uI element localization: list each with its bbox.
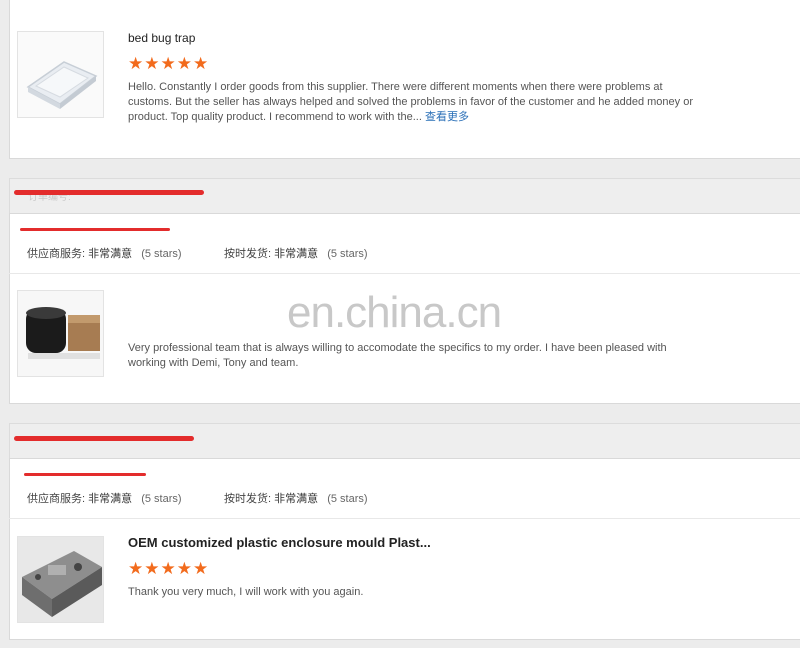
see-more-link[interactable]: 查看更多: [425, 111, 469, 123]
ontime-count: (5 stars): [327, 248, 368, 260]
ontime-delivery-rating-3: 按时发货: 非常满意 (5 stars): [224, 490, 368, 506]
supplier-service-rating-3: 供应商服务: 非常满意 (5 stars): [27, 490, 182, 506]
redaction-mark: [20, 228, 170, 231]
product-title-1[interactable]: bed bug trap: [128, 31, 195, 45]
supplier-service-rating-2: 供应商服务: 非常满意 (5 stars): [27, 245, 182, 261]
ontime-label: 按时发货:: [224, 248, 272, 260]
redaction-mark: [14, 190, 204, 195]
supplier-service-label: 供应商服务:: [27, 248, 86, 260]
supplier-service-count: (5 stars): [141, 248, 182, 260]
supplier-service-count: (5 stars): [141, 493, 182, 505]
product-thumbnail-1[interactable]: [17, 31, 104, 118]
order-header-2: [9, 178, 800, 214]
ontime-value: 非常满意: [274, 493, 319, 505]
product-title-3[interactable]: OEM customized plastic enclosure mould P…: [128, 535, 431, 550]
divider: [9, 273, 800, 274]
redaction-mark: [14, 436, 194, 441]
review-text-1-body: Hello. Constantly I order goods from thi…: [128, 81, 693, 123]
ontime-count: (5 stars): [327, 493, 368, 505]
supplier-service-value: 非常满意: [88, 493, 133, 505]
redaction-mark: [24, 473, 146, 476]
product-thumbnail-3[interactable]: [17, 536, 104, 623]
watermark: en.china.cn: [287, 288, 502, 337]
review-text-2: Very professional team that is always wi…: [128, 342, 667, 369]
supplier-service-label: 供应商服务:: [27, 493, 86, 505]
star-rating-3: ★★★★★: [128, 559, 210, 578]
divider: [9, 518, 800, 519]
review-text-3: Thank you very much, I will work with yo…: [128, 586, 364, 598]
ontime-label: 按时发货:: [224, 493, 272, 505]
review-text-1: Hello. Constantly I order goods from thi…: [128, 80, 693, 125]
ontime-value: 非常满意: [274, 248, 319, 260]
product-thumbnail-2[interactable]: [17, 290, 104, 377]
order-header-3: [9, 423, 800, 459]
supplier-service-value: 非常满意: [88, 248, 133, 260]
star-rating-1: ★★★★★: [128, 54, 210, 73]
ontime-delivery-rating-2: 按时发货: 非常满意 (5 stars): [224, 245, 368, 261]
